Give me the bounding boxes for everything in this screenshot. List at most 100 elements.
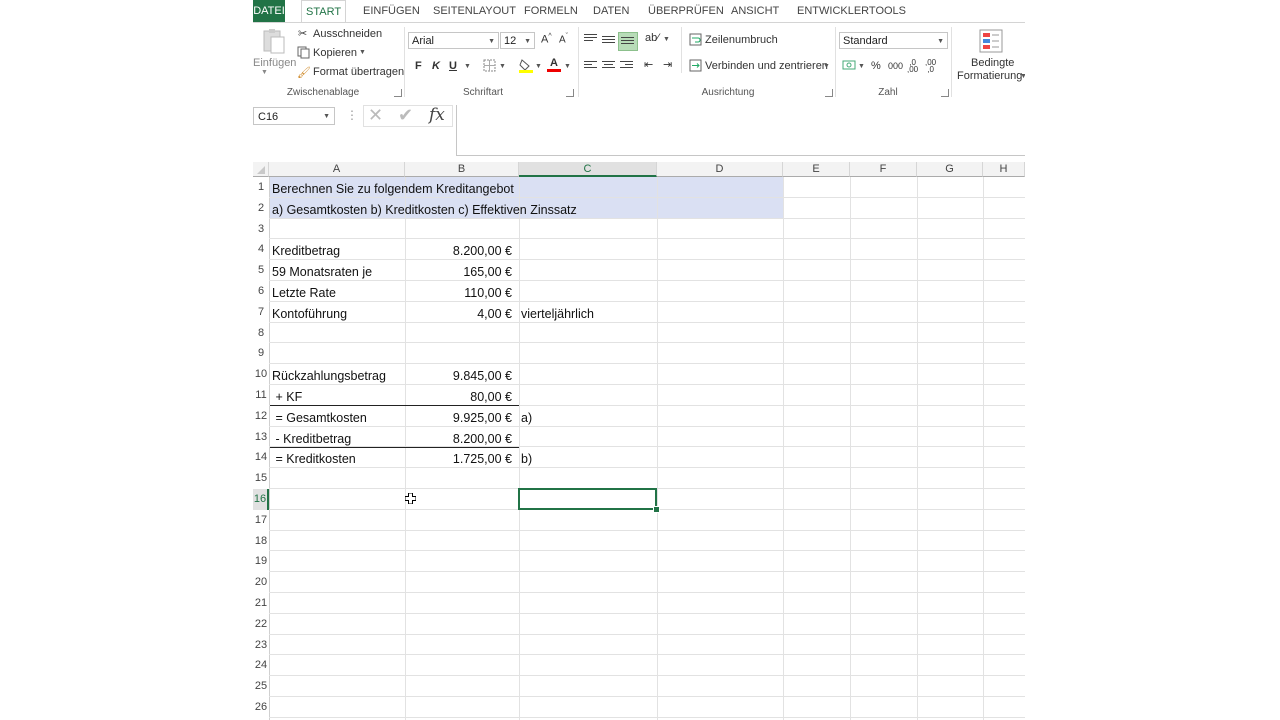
column-header-d[interactable]: D [657,162,783,177]
cell-a1[interactable]: Berechnen Sie zu folgendem Kreditangebot [272,179,514,199]
row-header-5[interactable]: 5 [253,260,269,281]
conditional-formatting-label-1[interactable]: Bedingte [971,57,1014,69]
decrease-decimal-icon[interactable]: ,00,0 [925,59,936,74]
orientation-icon[interactable]: ab⁄ [645,32,659,44]
cell-b6[interactable]: 110,00 € [405,283,512,303]
cell-b10[interactable]: 9.845,00 € [405,366,512,386]
row-header-25[interactable]: 25 [253,676,269,697]
alignment-launcher-icon[interactable] [825,89,833,97]
row-header-14[interactable]: 14 [253,447,269,469]
increase-indent-icon[interactable]: ⇥ [663,58,672,71]
align-left-icon[interactable] [584,61,597,72]
row-header-22[interactable]: 22 [253,613,269,635]
row-header-7[interactable]: 7 [253,301,269,323]
row-header-26[interactable]: 26 [253,697,269,718]
row-header-23[interactable]: 23 [253,634,269,656]
cell-a12[interactable]: = Gesamtkosten [272,408,366,428]
underline-button[interactable]: U [449,60,457,72]
wrap-text-button[interactable]: Zeilenumbruch [705,34,778,46]
row-header-16[interactable]: 16 [253,489,269,510]
font-color-dropdown-icon[interactable]: ▼ [564,63,571,70]
cell-b12[interactable]: 9.925,00 € [405,408,512,428]
row-header-21[interactable]: 21 [253,593,269,614]
conditional-formatting-icon[interactable] [978,28,1004,57]
align-center-icon[interactable] [602,61,615,72]
increase-font-icon[interactable]: A^ [541,33,552,46]
row-header-6[interactable]: 6 [253,281,269,302]
decrease-indent-icon[interactable]: ⇤ [644,58,653,71]
tab-data[interactable]: DATEN [589,0,633,22]
row-header-10[interactable]: 10 [253,364,269,385]
number-format-select[interactable]: Standard ▼ [839,32,948,49]
font-color-icon[interactable]: A [547,57,561,72]
cell-b14[interactable]: 1.725,00 € [405,449,512,469]
percent-button[interactable]: % [871,60,881,72]
insert-function-button[interactable]: fx [429,105,445,125]
column-header-h[interactable]: H [983,162,1025,177]
cell-b11[interactable]: 80,00 € [405,387,512,407]
merge-center-button[interactable]: Verbinden und zentrieren [705,60,828,72]
fill-handle[interactable] [653,506,660,513]
cell-a4[interactable]: Kreditbetrag [272,241,340,261]
cell-a7[interactable]: Kontoführung [272,304,347,324]
copy-dropdown-icon[interactable]: ▼ [359,49,366,56]
orientation-dropdown-icon[interactable]: ▼ [663,36,670,43]
cut-button[interactable]: Ausschneiden [313,28,382,40]
column-header-c[interactable]: C [519,162,657,177]
paste-icon[interactable] [259,27,287,55]
cell-c14[interactable]: b) [521,449,532,469]
select-all-corner[interactable] [253,162,269,177]
cell-b7[interactable]: 4,00 € [405,304,512,324]
name-box[interactable]: C16 ▼ [253,107,335,125]
active-cell-c16[interactable] [518,488,657,510]
align-top-icon[interactable] [584,34,597,45]
cell-b13[interactable]: 8.200,00 € [405,429,512,449]
border-dropdown-icon[interactable]: ▼ [499,63,506,70]
paste-button[interactable]: Einfügen [253,57,296,69]
font-size-select[interactable]: 12 ▼ [500,32,535,49]
thousands-separator-button[interactable]: 000 [888,61,903,71]
row-header-3[interactable]: 3 [253,218,269,240]
row-header-17[interactable]: 17 [253,509,269,531]
align-bottom-icon[interactable] [618,32,638,51]
cell-a11[interactable]: + KF [272,387,302,407]
row-header-1[interactable]: 1 [253,177,269,198]
row-header-9[interactable]: 9 [253,343,269,365]
fill-color-dropdown-icon[interactable]: ▼ [535,63,542,70]
tab-page-layout[interactable]: SEITENLAYOUT [429,0,520,22]
column-header-f[interactable]: F [850,162,917,177]
border-icon[interactable] [483,59,496,75]
merge-dropdown-icon[interactable]: ▼ [823,63,830,70]
format-painter-button[interactable]: Format übertragen [313,66,404,78]
cell-a2[interactable]: a) Gesamtkosten b) Kreditkosten c) Effek… [272,200,577,220]
cell-c7[interactable]: vierteljährlich [521,304,594,324]
row-header-8[interactable]: 8 [253,322,269,344]
enter-icon[interactable]: ✔ [398,105,413,126]
italic-button[interactable]: K [432,60,440,72]
row-header-18[interactable]: 18 [253,530,269,552]
column-header-e[interactable]: E [783,162,850,177]
row-header-11[interactable]: 11 [253,385,269,406]
align-middle-icon[interactable] [602,36,615,47]
cell-a6[interactable]: Letzte Rate [272,283,336,303]
align-right-icon[interactable] [620,61,633,72]
row-header-15[interactable]: 15 [253,468,269,489]
accounting-dropdown-icon[interactable]: ▼ [858,63,865,70]
cancel-icon[interactable]: ✕ [368,105,383,126]
column-header-b[interactable]: B [405,162,519,177]
tab-start[interactable]: START [301,0,347,23]
cell-a14[interactable]: = Kreditkosten [272,449,355,469]
tab-file[interactable]: DATEI [253,0,285,22]
cell-a10[interactable]: Rückzahlungsbetrag [272,366,386,386]
row-header-13[interactable]: 13 [253,426,269,448]
paste-dropdown-icon[interactable]: ▼ [261,69,268,76]
increase-decimal-icon[interactable]: ,0,00 [907,59,918,74]
decrease-font-icon[interactable]: Aˇ [559,33,568,45]
tab-review[interactable]: ÜBERPRÜFEN [644,0,728,22]
accounting-format-icon[interactable] [842,59,856,75]
row-header-19[interactable]: 19 [253,551,269,573]
tab-formulas[interactable]: FORMELN [520,0,582,22]
cell-a5[interactable]: 59 Monatsraten je [272,262,372,282]
row-header-20[interactable]: 20 [253,572,269,593]
tab-insert[interactable]: EINFÜGEN [359,0,424,22]
